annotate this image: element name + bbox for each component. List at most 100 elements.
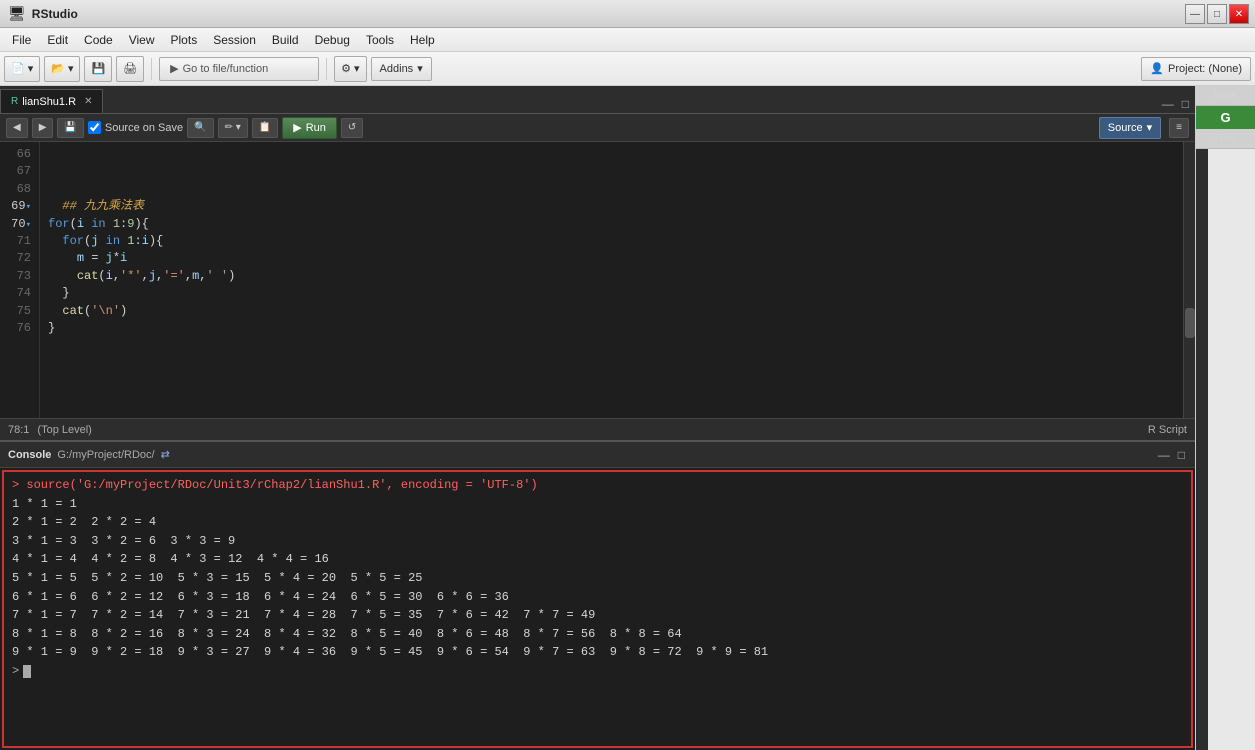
titlebar: 🖥 RStudio — □ ✕ bbox=[0, 0, 1255, 28]
right-panel-scrollbar[interactable] bbox=[1196, 149, 1208, 750]
right-panel-g-button[interactable]: G bbox=[1196, 106, 1255, 129]
minimize-editor-button[interactable]: — bbox=[1160, 95, 1176, 113]
user-icon: 👤 bbox=[1150, 62, 1164, 75]
console-line-8: 8 * 1 = 8 8 * 2 = 16 8 * 3 = 24 8 * 4 = … bbox=[12, 625, 1183, 644]
console-line-4: 4 * 1 = 4 4 * 2 = 8 4 * 3 = 12 4 * 4 = 1… bbox=[12, 550, 1183, 569]
compile-button[interactable]: 📋 bbox=[252, 118, 278, 138]
print-button[interactable]: 🖨 bbox=[116, 56, 144, 82]
line-74: cat('\n') bbox=[48, 304, 127, 318]
console-prompt[interactable]: > bbox=[12, 662, 1183, 681]
status-context: (Top Level) bbox=[37, 424, 91, 436]
maximize-button[interactable]: □ bbox=[1207, 4, 1227, 24]
console-line-3: 3 * 1 = 3 3 * 2 = 6 3 * 3 = 9 bbox=[12, 532, 1183, 551]
line-num-69: 69▾ bbox=[4, 198, 31, 215]
right-panel-envir-tab[interactable]: Envir bbox=[1196, 86, 1255, 106]
options-icon: ⚙ bbox=[341, 62, 351, 75]
search-button[interactable]: 🔍 bbox=[187, 118, 213, 138]
new-file-icon: 📄 bbox=[11, 62, 25, 75]
new-file-button[interactable]: 📄 ▾ bbox=[4, 56, 40, 82]
line-num-76: 76 bbox=[4, 320, 31, 337]
separator2 bbox=[326, 58, 327, 80]
close-button[interactable]: ✕ bbox=[1229, 4, 1249, 24]
options-button[interactable]: ⚙ ▾ bbox=[334, 56, 366, 82]
console-header: Console G:/myProject/RDoc/ ⇄ — □ bbox=[0, 442, 1195, 468]
more-options-button[interactable]: ≡ bbox=[1169, 118, 1189, 138]
line-72: cat(i,'*',j,'=',m,' ') bbox=[48, 269, 235, 283]
console-line-2: 2 * 1 = 2 2 * 2 = 4 bbox=[12, 513, 1183, 532]
editor-scrollbar[interactable] bbox=[1183, 142, 1195, 418]
app-title: RStudio bbox=[32, 7, 78, 21]
file-type: R Script bbox=[1148, 424, 1187, 436]
maximize-editor-button[interactable]: □ bbox=[1180, 95, 1191, 113]
menu-plots[interactable]: Plots bbox=[163, 31, 206, 49]
menu-view[interactable]: View bbox=[121, 31, 163, 49]
run-label: Run bbox=[306, 122, 326, 134]
editor-console-container: R lianShu1.R ✕ — □ ◀ ▶ 💾 Source on Save bbox=[0, 86, 1195, 750]
run-icon: ▶ bbox=[293, 121, 301, 134]
menu-tools[interactable]: Tools bbox=[358, 31, 402, 49]
line-num-72: 72 bbox=[4, 250, 31, 267]
cursor-blink bbox=[23, 665, 31, 678]
menu-help[interactable]: Help bbox=[402, 31, 443, 49]
editor-pane: R lianShu1.R ✕ — □ ◀ ▶ 💾 Source on Save bbox=[0, 86, 1195, 440]
code-content[interactable]: ## 九九乘法表 for(i in 1:9){ for(j in 1:i){ m… bbox=[40, 142, 1183, 418]
code-tools-button[interactable]: ✏ ▾ bbox=[218, 118, 248, 138]
forward-button[interactable]: ▶ bbox=[32, 118, 54, 138]
console-output-all: 1 * 1 = 1 2 * 1 = 2 2 * 2 = 4 3 * 1 = 3 … bbox=[12, 495, 1183, 662]
tab-close-button[interactable]: ✕ bbox=[84, 96, 92, 107]
save-button[interactable]: 💾 bbox=[84, 56, 112, 82]
console-path-icon: ⇄ bbox=[161, 448, 170, 461]
save-icon: 💾 bbox=[91, 62, 105, 75]
menu-session[interactable]: Session bbox=[205, 31, 264, 49]
maximize-console-button[interactable]: □ bbox=[1176, 446, 1187, 464]
console-line-1: 1 * 1 = 1 bbox=[12, 495, 1183, 514]
menu-build[interactable]: Build bbox=[264, 31, 307, 49]
code-area: 66 67 68 69▾ 70▾ 71 72 73 74 75 76 ## 九九… bbox=[0, 142, 1195, 418]
source-on-save-label[interactable]: Source on Save bbox=[88, 121, 183, 134]
addins-button[interactable]: Addins ▾ bbox=[371, 57, 432, 81]
menu-code[interactable]: Code bbox=[76, 31, 121, 49]
run-button[interactable]: ▶ Run bbox=[282, 117, 337, 139]
scrollbar-thumb bbox=[1185, 308, 1195, 338]
menu-file[interactable]: File bbox=[4, 31, 39, 49]
open-icon: 📂 bbox=[51, 62, 65, 75]
line-num-75: 75 bbox=[4, 303, 31, 320]
addins-label: Addins bbox=[380, 63, 414, 75]
line-75: } bbox=[48, 321, 55, 335]
print-icon: 🖨 bbox=[123, 62, 137, 75]
source-button[interactable]: Source ▾ bbox=[1099, 117, 1161, 139]
line-70: for(j in 1:i){ bbox=[48, 234, 163, 248]
menu-edit[interactable]: Edit bbox=[39, 31, 76, 49]
dropdown-arrow: ▾ bbox=[28, 62, 34, 75]
right-panel-files-tab[interactable]: Files bbox=[1196, 129, 1255, 149]
rerun-button[interactable]: ↺ bbox=[341, 118, 363, 138]
console-command: > source('G:/myProject/RDoc/Unit3/rChap2… bbox=[12, 476, 1183, 495]
editor-tab-lianshu[interactable]: R lianShu1.R ✕ bbox=[0, 89, 103, 113]
console-path: G:/myProject/RDoc/ bbox=[57, 449, 154, 461]
minimize-console-button[interactable]: — bbox=[1156, 446, 1172, 464]
menu-debug[interactable]: Debug bbox=[307, 31, 358, 49]
back-button[interactable]: ◀ bbox=[6, 118, 28, 138]
app-icon: 🖥 bbox=[8, 5, 26, 22]
cursor-position: 78:1 bbox=[8, 424, 29, 436]
addins-arrow: ▾ bbox=[417, 62, 423, 75]
save-file-button[interactable]: 💾 bbox=[57, 118, 83, 138]
goto-label: Go to file/function bbox=[183, 63, 269, 75]
editor-tabs: R lianShu1.R ✕ — □ bbox=[0, 86, 1195, 114]
console-body: > source('G:/myProject/RDoc/Unit3/rChap2… bbox=[2, 470, 1193, 748]
console-line-6: 6 * 1 = 6 6 * 2 = 12 6 * 3 = 18 6 * 4 = … bbox=[12, 588, 1183, 607]
console-line-9: 9 * 1 = 9 9 * 2 = 18 9 * 3 = 27 9 * 4 = … bbox=[12, 643, 1183, 662]
source-on-save-checkbox[interactable] bbox=[88, 121, 101, 134]
tab-controls: — □ bbox=[1160, 95, 1195, 113]
line-num-70: 70▾ bbox=[4, 216, 31, 233]
editor-toolbar: ◀ ▶ 💾 Source on Save 🔍 ✏ ▾ 📋 ▶ Run ↺ Sou… bbox=[0, 114, 1195, 142]
minimize-button[interactable]: — bbox=[1185, 4, 1205, 24]
console-title: Console bbox=[8, 449, 51, 461]
source-label: Source bbox=[1108, 122, 1143, 134]
open-file-button[interactable]: 📂 ▾ bbox=[44, 56, 80, 82]
status-bar: 78:1 (Top Level) R Script bbox=[0, 418, 1195, 440]
project-button[interactable]: 👤 Project: (None) bbox=[1141, 57, 1251, 81]
tab-filename: lianShu1.R bbox=[22, 96, 76, 108]
source-arrow: ▾ bbox=[1147, 121, 1153, 134]
goto-file-button[interactable]: ▶ Go to file/function bbox=[159, 57, 319, 81]
